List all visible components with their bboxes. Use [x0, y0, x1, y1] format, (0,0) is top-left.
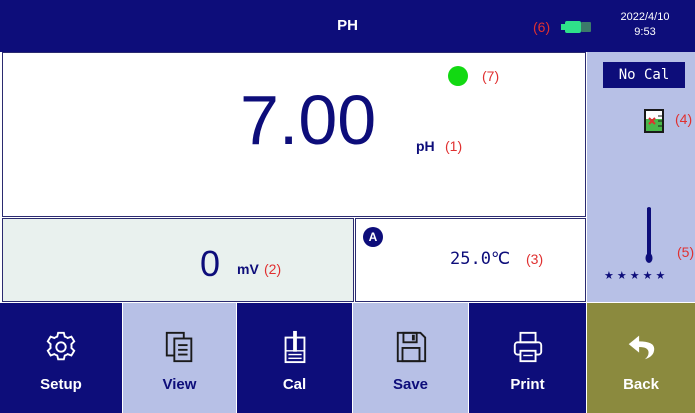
ph-unit: pH — [416, 138, 435, 154]
printer-icon — [513, 331, 542, 363]
marker-4: (4) — [675, 111, 693, 127]
cal-button[interactable]: Cal — [237, 303, 352, 413]
cal-label: Cal — [282, 376, 307, 393]
mv-value: 0 — [200, 243, 221, 284]
electrode-rating: ★★★★★ — [604, 270, 669, 282]
setup-label: Setup — [40, 376, 82, 393]
floppy-disk-icon — [396, 331, 426, 363]
marker-7: (7) — [482, 68, 500, 84]
view-button[interactable]: View — [123, 303, 236, 413]
back-button[interactable]: Back — [587, 303, 695, 413]
side-panel — [587, 52, 695, 302]
back-label: Back — [623, 376, 659, 393]
date-text: 2022/4/10 — [620, 11, 670, 23]
battery-icon — [561, 21, 591, 33]
temperature-value: 25.0℃ — [450, 249, 511, 269]
mv-unit: mV — [237, 261, 259, 277]
calibration-status: No Cal — [603, 62, 685, 88]
marker-3: (3) — [526, 251, 544, 267]
stability-indicator — [448, 66, 468, 86]
datetime: 2022/4/10 9:53 — [597, 10, 693, 40]
mv-panel — [2, 218, 354, 302]
view-label: View — [162, 376, 197, 393]
marker-1: (1) — [445, 138, 463, 154]
calibration-beaker-icon — [284, 330, 305, 364]
beaker-icon — [644, 109, 664, 133]
marker-5: (5) — [677, 244, 695, 260]
documents-icon — [165, 331, 192, 363]
marker-6: (6) — [533, 19, 551, 35]
print-label: Print — [510, 376, 545, 393]
save-button[interactable]: Save — [353, 303, 468, 413]
save-label: Save — [392, 376, 429, 393]
ph-value: 7.00 — [240, 81, 377, 159]
gear-icon — [46, 331, 76, 361]
setup-button[interactable]: Setup — [0, 303, 122, 413]
auto-temp-icon: A — [363, 227, 383, 247]
back-arrow-icon — [628, 335, 655, 360]
print-button[interactable]: Print — [469, 303, 586, 413]
time-text: 9:53 — [634, 26, 656, 38]
marker-2: (2) — [264, 261, 282, 277]
probe-icon — [645, 207, 653, 263]
